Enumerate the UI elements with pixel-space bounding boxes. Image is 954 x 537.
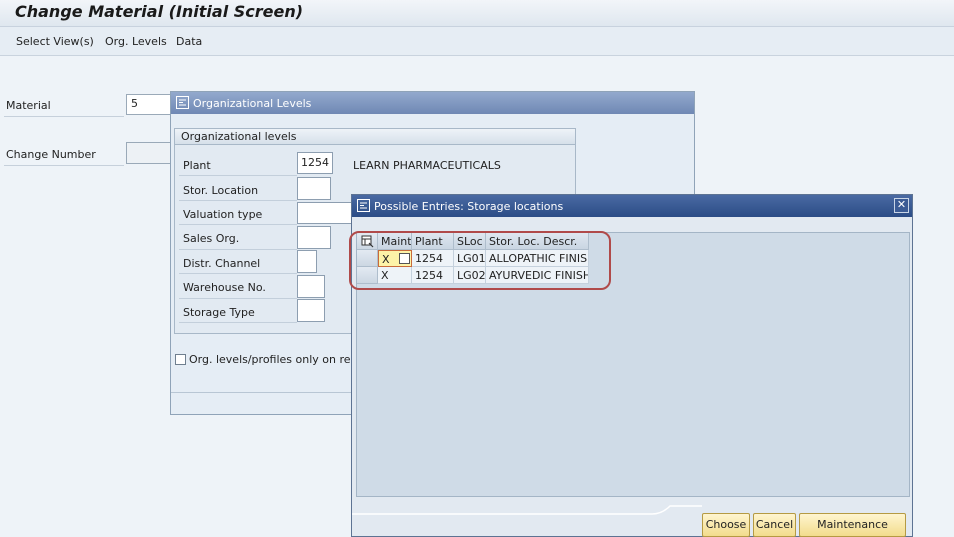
entries-dialog-titlebar[interactable]: Possible Entries: Storage locations ✕ — [352, 195, 912, 217]
warehouse-no-input[interactable] — [297, 275, 325, 298]
row-divider — [179, 298, 297, 299]
sales-org-input[interactable] — [297, 226, 331, 249]
storage-type-label: Storage Type — [183, 306, 255, 319]
material-label: Material — [6, 99, 51, 112]
title-bar: Change Material (Initial Screen) — [0, 0, 954, 27]
menu-data[interactable]: Data — [176, 35, 202, 48]
org-dialog-title: Organizational Levels — [193, 97, 312, 110]
stor-location-label: Stor. Location — [183, 184, 259, 197]
field-divider — [4, 165, 124, 166]
maintenance-status-button[interactable]: Maintenance status — [799, 513, 906, 537]
highlight-annotation — [349, 231, 611, 290]
row-divider — [179, 175, 297, 176]
org-group-title: Organizational levels — [175, 129, 575, 145]
distr-channel-input[interactable] — [297, 250, 317, 273]
sales-org-label: Sales Org. — [183, 232, 240, 245]
valuation-type-input[interactable] — [297, 202, 355, 224]
menu-bar: Select View(s) Org. Levels Data — [0, 27, 954, 56]
row-divider — [179, 249, 297, 250]
storage-type-input[interactable] — [297, 299, 325, 322]
row-divider — [179, 322, 297, 323]
distr-channel-label: Distr. Channel — [183, 257, 261, 270]
change-number-input[interactable] — [126, 142, 172, 164]
entries-dialog-title: Possible Entries: Storage locations — [374, 200, 564, 213]
org-profiles-checkbox[interactable] — [175, 354, 186, 365]
dialog-window-icon — [357, 199, 370, 212]
stor-location-input[interactable] — [297, 177, 331, 200]
choose-button[interactable]: Choose — [702, 513, 750, 537]
material-input[interactable]: 5 — [126, 94, 172, 115]
footer-divider — [352, 505, 702, 515]
org-profiles-checkbox-row[interactable]: Org. levels/profiles only on reques — [175, 353, 377, 366]
possible-entries-dialog: Possible Entries: Storage locations ✕ Ma… — [349, 194, 913, 537]
change-number-label: Change Number — [6, 148, 96, 161]
menu-select-views[interactable]: Select View(s) — [16, 35, 94, 48]
valuation-type-label: Valuation type — [183, 208, 263, 221]
cancel-button[interactable]: Cancel — [753, 513, 796, 537]
warehouse-no-label: Warehouse No. — [183, 281, 266, 294]
plant-label: Plant — [183, 159, 211, 172]
window-title: Change Material (Initial Screen) — [15, 2, 304, 21]
row-divider — [179, 224, 297, 225]
plant-description: LEARN PHARMACEUTICALS — [353, 159, 501, 172]
dialog-window-icon — [176, 96, 189, 109]
org-profiles-checkbox-label: Org. levels/profiles only on reques — [189, 353, 377, 366]
plant-input[interactable]: 1254 — [297, 152, 333, 174]
close-icon[interactable]: ✕ — [894, 198, 909, 213]
field-divider — [4, 116, 124, 117]
row-divider — [179, 273, 297, 274]
menu-org-levels[interactable]: Org. Levels — [105, 35, 167, 48]
org-dialog-titlebar[interactable]: Organizational Levels — [171, 92, 694, 114]
row-divider — [179, 200, 297, 201]
